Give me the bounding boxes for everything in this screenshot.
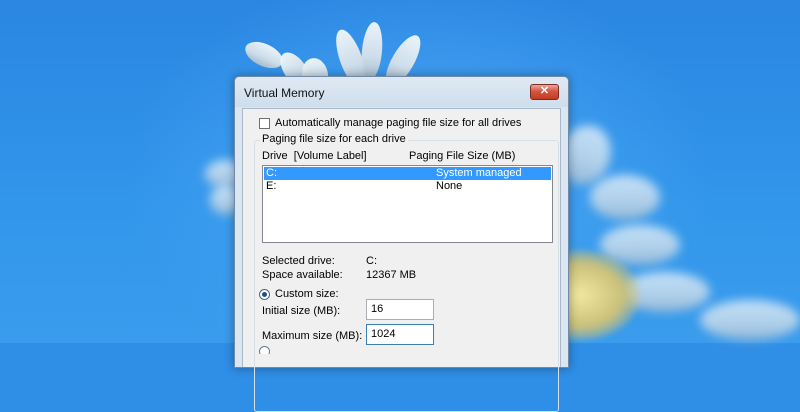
paging-file-group: Paging file size for each drive Drive [V… — [254, 133, 559, 412]
title-bar[interactable]: Virtual Memory ✕ — [235, 77, 568, 107]
drive-row-c[interactable]: C: System managed — [264, 167, 551, 180]
close-icon: ✕ — [539, 85, 550, 97]
selected-drive-value: C: — [366, 255, 377, 267]
maximum-size-label: Maximum size (MB): — [262, 330, 363, 342]
next-option-radio[interactable] — [259, 346, 270, 354]
flower-petal — [241, 36, 287, 74]
selected-drive-info: Selected drive: C: — [262, 255, 377, 267]
auto-manage-label[interactable]: Automatically manage paging file size fo… — [275, 117, 521, 129]
column-header-drive: Drive [Volume Label] — [262, 150, 367, 162]
custom-size-label[interactable]: Custom size: — [275, 288, 339, 300]
flower-petal — [700, 300, 800, 340]
custom-size-option[interactable]: Custom size: — [259, 288, 339, 300]
drive-letter: E: — [266, 180, 277, 192]
initial-size-input[interactable]: 16 — [366, 299, 434, 320]
drive-paging-size: System managed — [436, 167, 522, 179]
column-header-size: Paging File Size (MB) — [409, 150, 516, 162]
maximum-size-input[interactable]: 1024 — [366, 324, 434, 345]
flower-petal — [359, 21, 385, 81]
drive-letter: C: — [266, 167, 277, 179]
group-label: Paging file size for each drive — [260, 133, 408, 145]
drive-paging-size: None — [436, 180, 463, 192]
flower-petal — [590, 175, 660, 220]
drive-list[interactable]: C: System managed E: None — [262, 165, 553, 243]
auto-manage-checkbox[interactable] — [259, 117, 270, 129]
space-available-label: Space available: — [262, 269, 343, 281]
selected-drive-label: Selected drive: — [262, 255, 335, 267]
space-available-value: 12367 MB — [366, 269, 417, 281]
auto-manage-option[interactable]: Automatically manage paging file size fo… — [259, 116, 521, 130]
drive-row-e[interactable]: E: None — [264, 180, 551, 193]
dialog-title: Virtual Memory — [244, 86, 325, 100]
space-available-info: Space available: 12367 MB — [262, 269, 416, 281]
custom-size-radio[interactable] — [259, 288, 270, 300]
dialog-body: Automatically manage paging file size fo… — [242, 108, 561, 412]
initial-size-label: Initial size (MB): — [262, 305, 341, 317]
close-button[interactable]: ✕ — [530, 84, 559, 100]
virtual-memory-dialog: Virtual Memory ✕ Automatically manage pa… — [234, 76, 569, 412]
